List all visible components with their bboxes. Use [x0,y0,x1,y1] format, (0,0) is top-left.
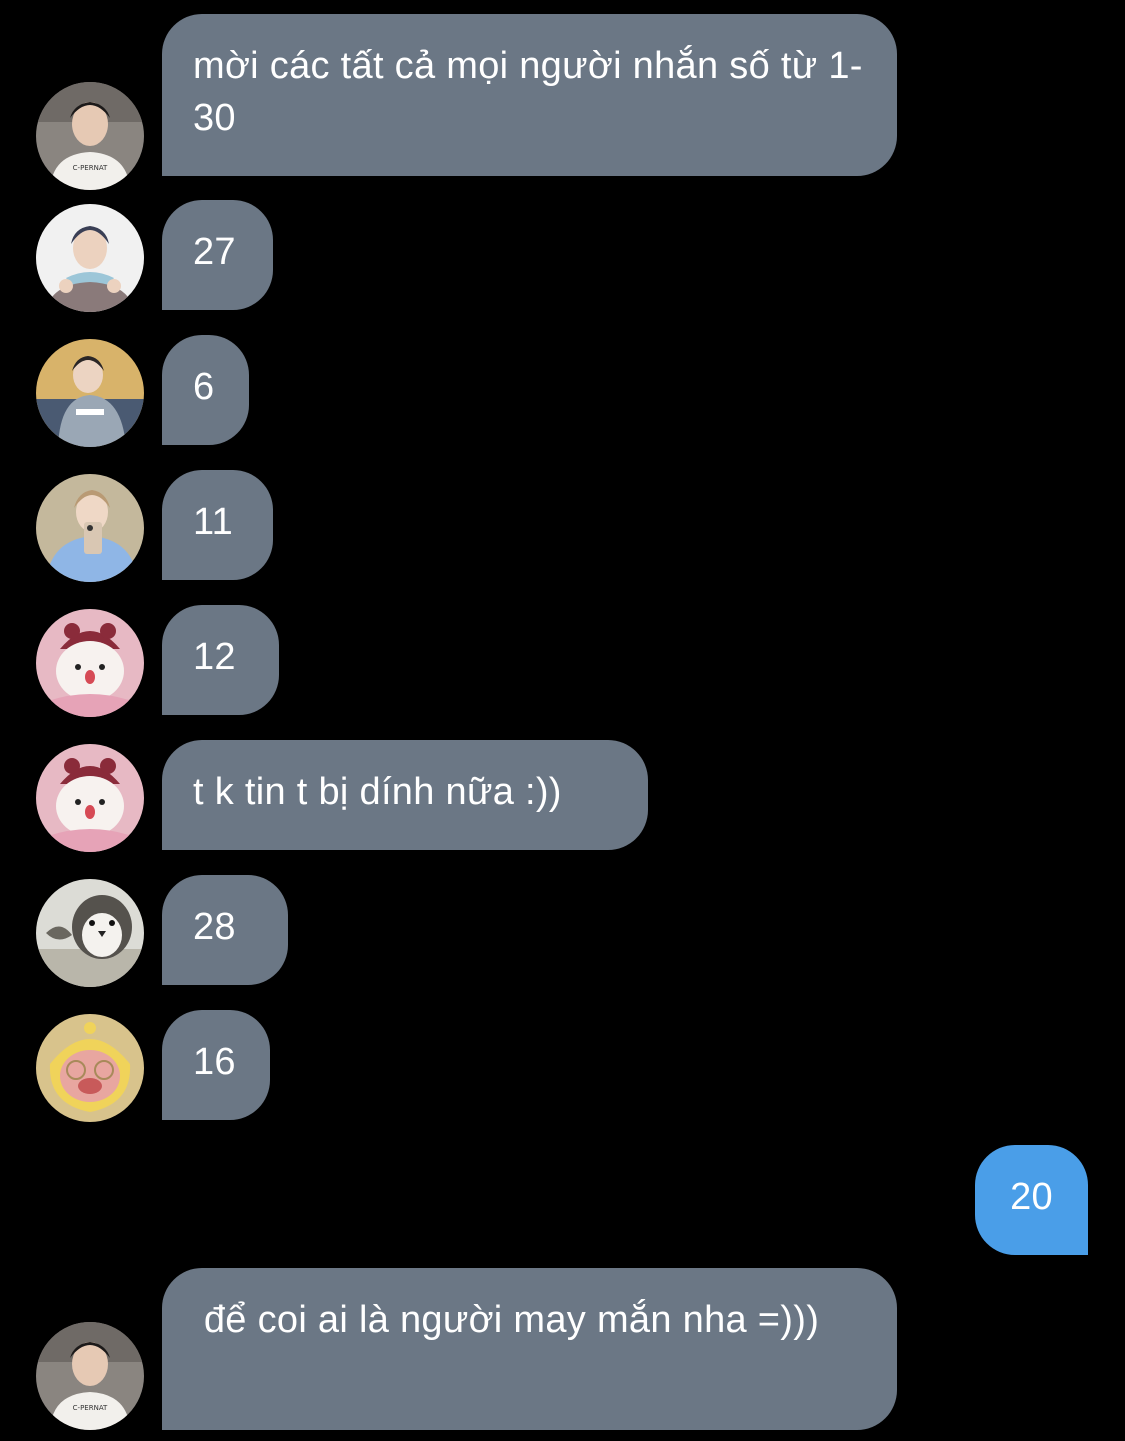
message-row: 11 [0,470,1125,582]
svg-text:C-PERNAT: C-PERNAT [73,1404,108,1412]
message-bubble[interactable]: 16 [162,1010,270,1120]
avatar-pink-plush[interactable] [36,744,144,852]
avatar-boy-blue-scarf[interactable] [36,204,144,312]
message-bubble[interactable]: 27 [162,200,273,310]
message-bubble[interactable]: mời các tất cả mọi người nhắn số từ 1-30 [162,14,897,176]
message-row: 28 [0,875,1125,987]
message-bubble[interactable]: 6 [162,335,249,445]
message-bubble[interactable]: 12 [162,605,279,715]
message-bubble[interactable]: để coi ai là người may mắn nha =))) [162,1268,897,1430]
message-row: C-PERNAT để coi ai là người may mắn nha … [0,1268,1125,1430]
avatar-boy-white-tshirt[interactable]: C-PERNAT [36,82,144,190]
message-row: 20 [0,1145,1125,1255]
avatar-penguin[interactable] [36,879,144,987]
outgoing-message-bubble[interactable]: 20 [975,1145,1088,1255]
message-bubble[interactable]: t k tin t bị dính nữa :)) [162,740,648,850]
avatar-boy-mirror-selfie[interactable] [36,474,144,582]
message-row: 16 [0,1010,1125,1122]
avatar-yellow-plush[interactable] [36,1014,144,1122]
message-bubble[interactable]: 28 [162,875,288,985]
message-row: 6 [0,335,1125,447]
avatar-pink-plush[interactable] [36,609,144,717]
avatar-boy-white-tshirt[interactable]: C-PERNAT [36,1322,144,1430]
message-row: 27 [0,200,1125,312]
avatar-boy-grey-hoodie[interactable] [36,339,144,447]
message-bubble[interactable]: 11 [162,470,273,580]
message-row: 12 [0,605,1125,717]
svg-text:C-PERNAT: C-PERNAT [73,164,108,172]
message-row: C-PERNAT mời các tất cả mọi người nhắn s… [0,14,1125,190]
message-row: t k tin t bị dính nữa :)) [0,740,1125,852]
